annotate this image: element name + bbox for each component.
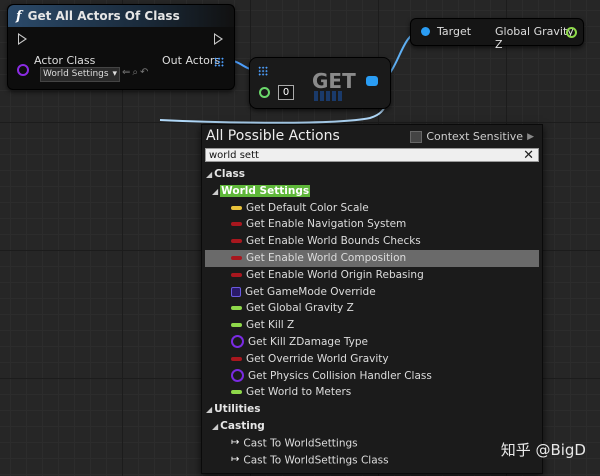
action-item[interactable]: ↦ Cast To WorldSettings [202, 435, 542, 452]
out-actors-pin[interactable] [214, 57, 224, 67]
variable-pin-icon [231, 205, 242, 210]
gravity-output-pin[interactable] [566, 27, 577, 38]
cast-arrow-icon: ↦ [231, 453, 240, 465]
category-label: World Settings [220, 184, 311, 197]
variable-pin-icon [231, 306, 242, 311]
action-item[interactable]: Get GameMode Override [202, 284, 542, 301]
action-item[interactable]: Get Default Color Scale [202, 200, 542, 217]
out-actors-label: Out Actors [162, 54, 221, 67]
action-item[interactable]: Get Physics Collision Handler Class [202, 368, 542, 385]
exec-in-pin[interactable] [18, 33, 27, 45]
action-label: Get Override World Gravity [246, 352, 389, 365]
watermark: 知乎 @BigD [500, 441, 586, 459]
action-label: Get Kill ZDamage Type [248, 335, 368, 348]
browse-reset-icons[interactable]: ⇐⌕↶ [122, 67, 150, 78]
action-item[interactable]: ↦ Cast To WorldSettings Class [202, 452, 542, 469]
chevron-right-icon: ▶ [527, 131, 534, 142]
action-label: Cast To WorldSettings [243, 437, 358, 450]
variable-pin-icon [231, 222, 242, 227]
global-gravity-node[interactable]: Target Global Gravity Z [410, 18, 584, 51]
index-input[interactable]: 0 [278, 85, 294, 100]
action-label: Get Enable World Bounds Checks [246, 235, 421, 248]
action-label: Get Enable Navigation System [246, 218, 407, 231]
clear-search-icon[interactable]: ✕ [523, 149, 534, 162]
action-label: Get GameMode Override [245, 285, 376, 298]
variable-pin-icon [231, 255, 242, 260]
search-input[interactable]: world sett ✕ [205, 148, 539, 162]
target-pin[interactable] [421, 27, 430, 36]
action-item[interactable]: Get World to Meters [202, 384, 542, 401]
action-label: Get Enable World Origin Rebasing [246, 268, 424, 281]
get-output-pin[interactable] [366, 76, 378, 86]
action-label: Get Physics Collision Handler Class [248, 369, 432, 382]
actor-class-dropdown[interactable]: World Settings ▾ [40, 67, 120, 82]
action-item[interactable]: Get Enable World Bounds Checks [202, 233, 542, 250]
action-item[interactable]: Get Kill Z [202, 317, 542, 334]
action-label: Cast To WorldSettings Class [243, 453, 389, 466]
node-header[interactable]: f Get All Actors Of Class [8, 5, 234, 27]
actor-class-value: World Settings [43, 69, 109, 79]
action-tree: ◢ Class ◢ World Settings Get Default Color S… [202, 166, 542, 468]
category-row[interactable]: ◢ Class [202, 166, 542, 183]
actor-class-label: Actor Class [34, 54, 96, 67]
menu-title: All Possible Actions [206, 128, 340, 144]
exec-out-pin[interactable] [214, 33, 223, 45]
search-value: world sett [209, 150, 259, 161]
category-label: Casting [220, 419, 265, 432]
action-label: Get World to Meters [246, 386, 352, 399]
category-row[interactable]: ◢ Casting [202, 418, 542, 435]
action-label: Get Global Gravity Z [246, 302, 354, 315]
category-row[interactable]: ◢ Utilities [202, 401, 542, 418]
actor-class-pin[interactable] [17, 64, 29, 76]
action-label: Get Enable World Composition [246, 251, 407, 264]
node-title: Get All Actors Of Class [27, 9, 180, 23]
class-pin-icon [231, 335, 244, 349]
variable-pin-icon [231, 356, 242, 361]
function-icon: f [16, 8, 22, 24]
action-label: Get Default Color Scale [246, 201, 369, 214]
get-title: GET [312, 69, 356, 93]
array-indicator [314, 91, 342, 101]
category-row[interactable]: ◢ World Settings [202, 183, 542, 200]
expand-triangle-icon[interactable]: ◢ [212, 187, 218, 196]
context-sensitive-checkbox[interactable] [410, 130, 423, 143]
context-sensitive-toggle[interactable]: Context Sensitive ▶ [410, 130, 534, 143]
expand-triangle-icon[interactable]: ◢ [206, 170, 212, 179]
class-pin-icon [231, 369, 244, 383]
expand-triangle-icon[interactable]: ◢ [206, 405, 212, 414]
action-label: Get Kill Z [246, 319, 295, 332]
action-item[interactable]: Get Enable World Origin Rebasing [202, 267, 542, 284]
cast-arrow-icon: ↦ [231, 436, 240, 448]
get-array-node[interactable]: 0 GET [249, 57, 391, 109]
action-item[interactable]: Get Enable World Composition [205, 249, 539, 267]
get-all-actors-node[interactable]: f Get All Actors Of Class Actor Class Wo… [7, 4, 235, 90]
context-sensitive-label: Context Sensitive [426, 130, 524, 143]
target-label: Target [437, 25, 472, 38]
variable-pin-icon [231, 390, 242, 395]
action-item[interactable]: Get Kill ZDamage Type [202, 334, 542, 351]
category-label: Class [214, 168, 246, 180]
variable-pin-icon [231, 272, 242, 277]
expand-triangle-icon[interactable]: ◢ [212, 422, 218, 431]
object-pin-icon [231, 286, 241, 297]
category-label: Utilities [214, 403, 261, 416]
action-menu[interactable]: All Possible Actions Context Sensitive ▶… [201, 124, 543, 474]
action-item[interactable]: Get Override World Gravity [202, 351, 542, 368]
index-in-pin[interactable] [259, 87, 270, 98]
chevron-down-icon: ▾ [112, 69, 117, 79]
action-item[interactable]: Get Enable Navigation System [202, 216, 542, 233]
array-in-pin[interactable] [258, 66, 268, 76]
variable-pin-icon [231, 239, 242, 244]
action-item[interactable]: Get Global Gravity Z [202, 300, 542, 317]
variable-pin-icon [231, 323, 242, 328]
